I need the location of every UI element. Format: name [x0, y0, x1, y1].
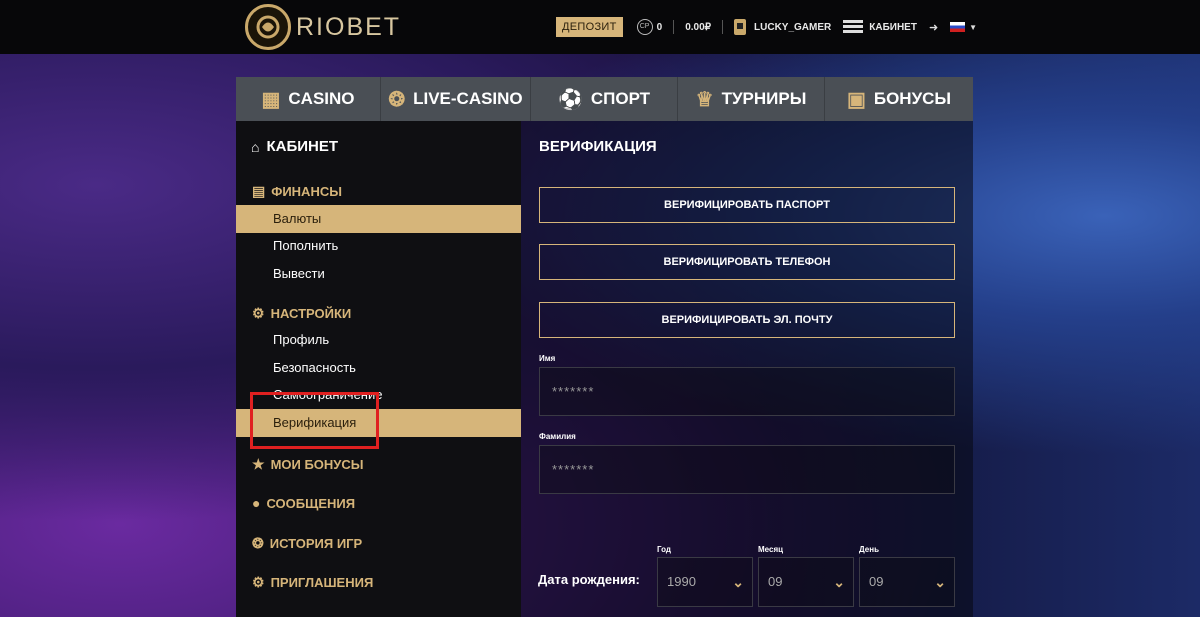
top-header: RIOBET ДЕПОЗИТ CP 0 0.00₽ LUCKY_GAMER КА… — [0, 0, 1200, 54]
nav-label: БОНУСЫ — [873, 89, 952, 108]
chevron-down-icon[interactable]: ▼ — [969, 23, 977, 32]
divider — [673, 20, 675, 34]
sidebar-section-invites[interactable]: ⚙ ПРИГЛАШЕНИЯ — [252, 574, 373, 591]
history-icon: ❂ — [252, 535, 264, 551]
page-title: ВЕРИФИКАЦИЯ — [539, 138, 657, 155]
first-name-label: Имя — [539, 354, 556, 363]
cabinet-link[interactable]: КАБИНЕТ — [869, 22, 917, 33]
user-avatar-icon — [734, 19, 747, 35]
nav-casino[interactable]: ▦ CASINO — [236, 77, 381, 121]
chevron-down-icon: ⌄ — [934, 574, 946, 590]
slot-machine-icon: ▦ — [261, 88, 281, 111]
balance-value[interactable]: 0.00₽ — [685, 22, 711, 33]
day-label: День — [859, 545, 879, 554]
section-label: ФИНАНСЫ — [271, 184, 342, 199]
chevron-down-icon: ⌄ — [833, 574, 845, 590]
month-select[interactable]: 09 ⌄ — [758, 557, 854, 607]
sidebar-item-profile[interactable]: Профиль — [236, 326, 521, 354]
gift-icon: ▣ — [846, 88, 866, 111]
sidebar-section-finance[interactable]: ▤ ФИНАНСЫ — [252, 183, 342, 200]
birth-date-label: Дата рождения: — [538, 572, 640, 587]
sidebar-section-messages[interactable]: ● СООБЩЕНИЯ — [252, 495, 355, 511]
verify-phone-button[interactable]: ВЕРИФИЦИРОВАТЬ ТЕЛЕФОН — [539, 244, 955, 280]
nav-bonuses[interactable]: ▣ БОНУСЫ — [825, 77, 973, 121]
section-label: ПРИГЛАШЕНИЯ — [270, 575, 374, 590]
header-user-bar: ДЕПОЗИТ CP 0 0.00₽ LUCKY_GAMER КАБИНЕТ ➜… — [556, 16, 977, 38]
sidebar-item-withdraw[interactable]: Вывести — [236, 260, 521, 288]
sidebar-section-bonuses[interactable]: ★ МОИ БОНУСЫ — [252, 456, 364, 473]
day-select[interactable]: 09 ⌄ — [859, 557, 955, 607]
brand-logo[interactable]: RIOBET — [245, 4, 401, 50]
day-value: 09 — [869, 574, 884, 589]
wallet-icon: ▤ — [252, 183, 266, 199]
year-label: Год — [657, 545, 671, 554]
section-label: ИСТОРИЯ ИГР — [269, 536, 363, 551]
soccer-ball-icon: ⚽ — [557, 88, 583, 111]
month-label: Месяц — [758, 545, 784, 554]
sidebar-title: ⌂ КАБИНЕТ — [251, 138, 338, 155]
nav-label: CASINO — [288, 89, 355, 108]
star-icon: ★ — [252, 456, 265, 472]
sidebar-item-deposit[interactable]: Пополнить — [236, 232, 521, 260]
chevron-down-icon: ⌄ — [732, 574, 744, 590]
gear-icon: ⚙ — [252, 305, 265, 321]
sidebar-title-label: КАБИНЕТ — [266, 138, 339, 155]
username[interactable]: LUCKY_GAMER — [754, 22, 831, 33]
nav-tournaments[interactable]: ♕ ТУРНИРЫ — [678, 77, 825, 121]
section-label: МОИ БОНУСЫ — [270, 457, 364, 472]
cabinet-sidebar: ⌂ КАБИНЕТ ▤ ФИНАНСЫ Валюты Пополнить Выв… — [236, 121, 521, 617]
nav-label: ТУРНИРЫ — [721, 89, 807, 108]
nav-live-casino[interactable]: ❂ LIVE-CASINO — [381, 77, 531, 121]
main-nav: ▦ CASINO ❂ LIVE-CASINO ⚽ СПОРТ ♕ ТУРНИРЫ… — [236, 77, 973, 121]
chat-icon: ● — [252, 495, 261, 511]
deposit-button[interactable]: ДЕПОЗИТ — [556, 17, 623, 37]
comp-points-icon: CP — [636, 19, 653, 35]
month-value: 09 — [768, 574, 783, 589]
menu-icon[interactable] — [843, 20, 864, 34]
home-icon: ⌂ — [251, 138, 260, 155]
sidebar-section-history[interactable]: ❂ ИСТОРИЯ ИГР — [252, 535, 362, 552]
verification-panel: ВЕРИФИКАЦИЯ ВЕРИФИЦИРОВАТЬ ПАСПОРТ ВЕРИФ… — [521, 121, 973, 617]
year-select[interactable]: 1990 ⌄ — [657, 557, 753, 607]
comp-points-value: 0 — [656, 21, 663, 33]
logo-emblem-icon — [245, 4, 291, 50]
russian-flag-icon[interactable] — [950, 22, 966, 32]
brand-name: RIOBET — [296, 12, 402, 41]
last-name-field[interactable]: ******* — [539, 445, 955, 494]
divider — [722, 20, 724, 34]
highlight-annotation-box — [250, 392, 379, 449]
last-name-label: Фамилия — [539, 432, 576, 441]
section-label: НАСТРОЙКИ — [270, 306, 352, 321]
verify-email-button[interactable]: ВЕРИФИЦИРОВАТЬ ЭЛ. ПОЧТУ — [539, 302, 955, 338]
logout-icon[interactable]: ➜ — [929, 21, 938, 34]
section-label: СООБЩЕНИЯ — [266, 495, 356, 511]
nav-sport[interactable]: ⚽ СПОРТ — [531, 77, 678, 121]
sidebar-item-security[interactable]: Безопасность — [236, 354, 521, 382]
sidebar-section-settings[interactable]: ⚙ НАСТРОЙКИ — [252, 305, 351, 322]
invite-icon: ⚙ — [252, 574, 265, 590]
first-name-field[interactable]: ******* — [539, 367, 955, 416]
chips-icon: ❂ — [388, 88, 406, 111]
verify-passport-button[interactable]: ВЕРИФИЦИРОВАТЬ ПАСПОРТ — [539, 187, 955, 223]
nav-label: LIVE-CASINO — [413, 89, 523, 108]
year-value: 1990 — [667, 574, 696, 589]
nav-label: СПОРТ — [590, 89, 651, 108]
trophy-icon: ♕ — [695, 88, 714, 111]
sidebar-item-currencies[interactable]: Валюты — [236, 205, 521, 233]
